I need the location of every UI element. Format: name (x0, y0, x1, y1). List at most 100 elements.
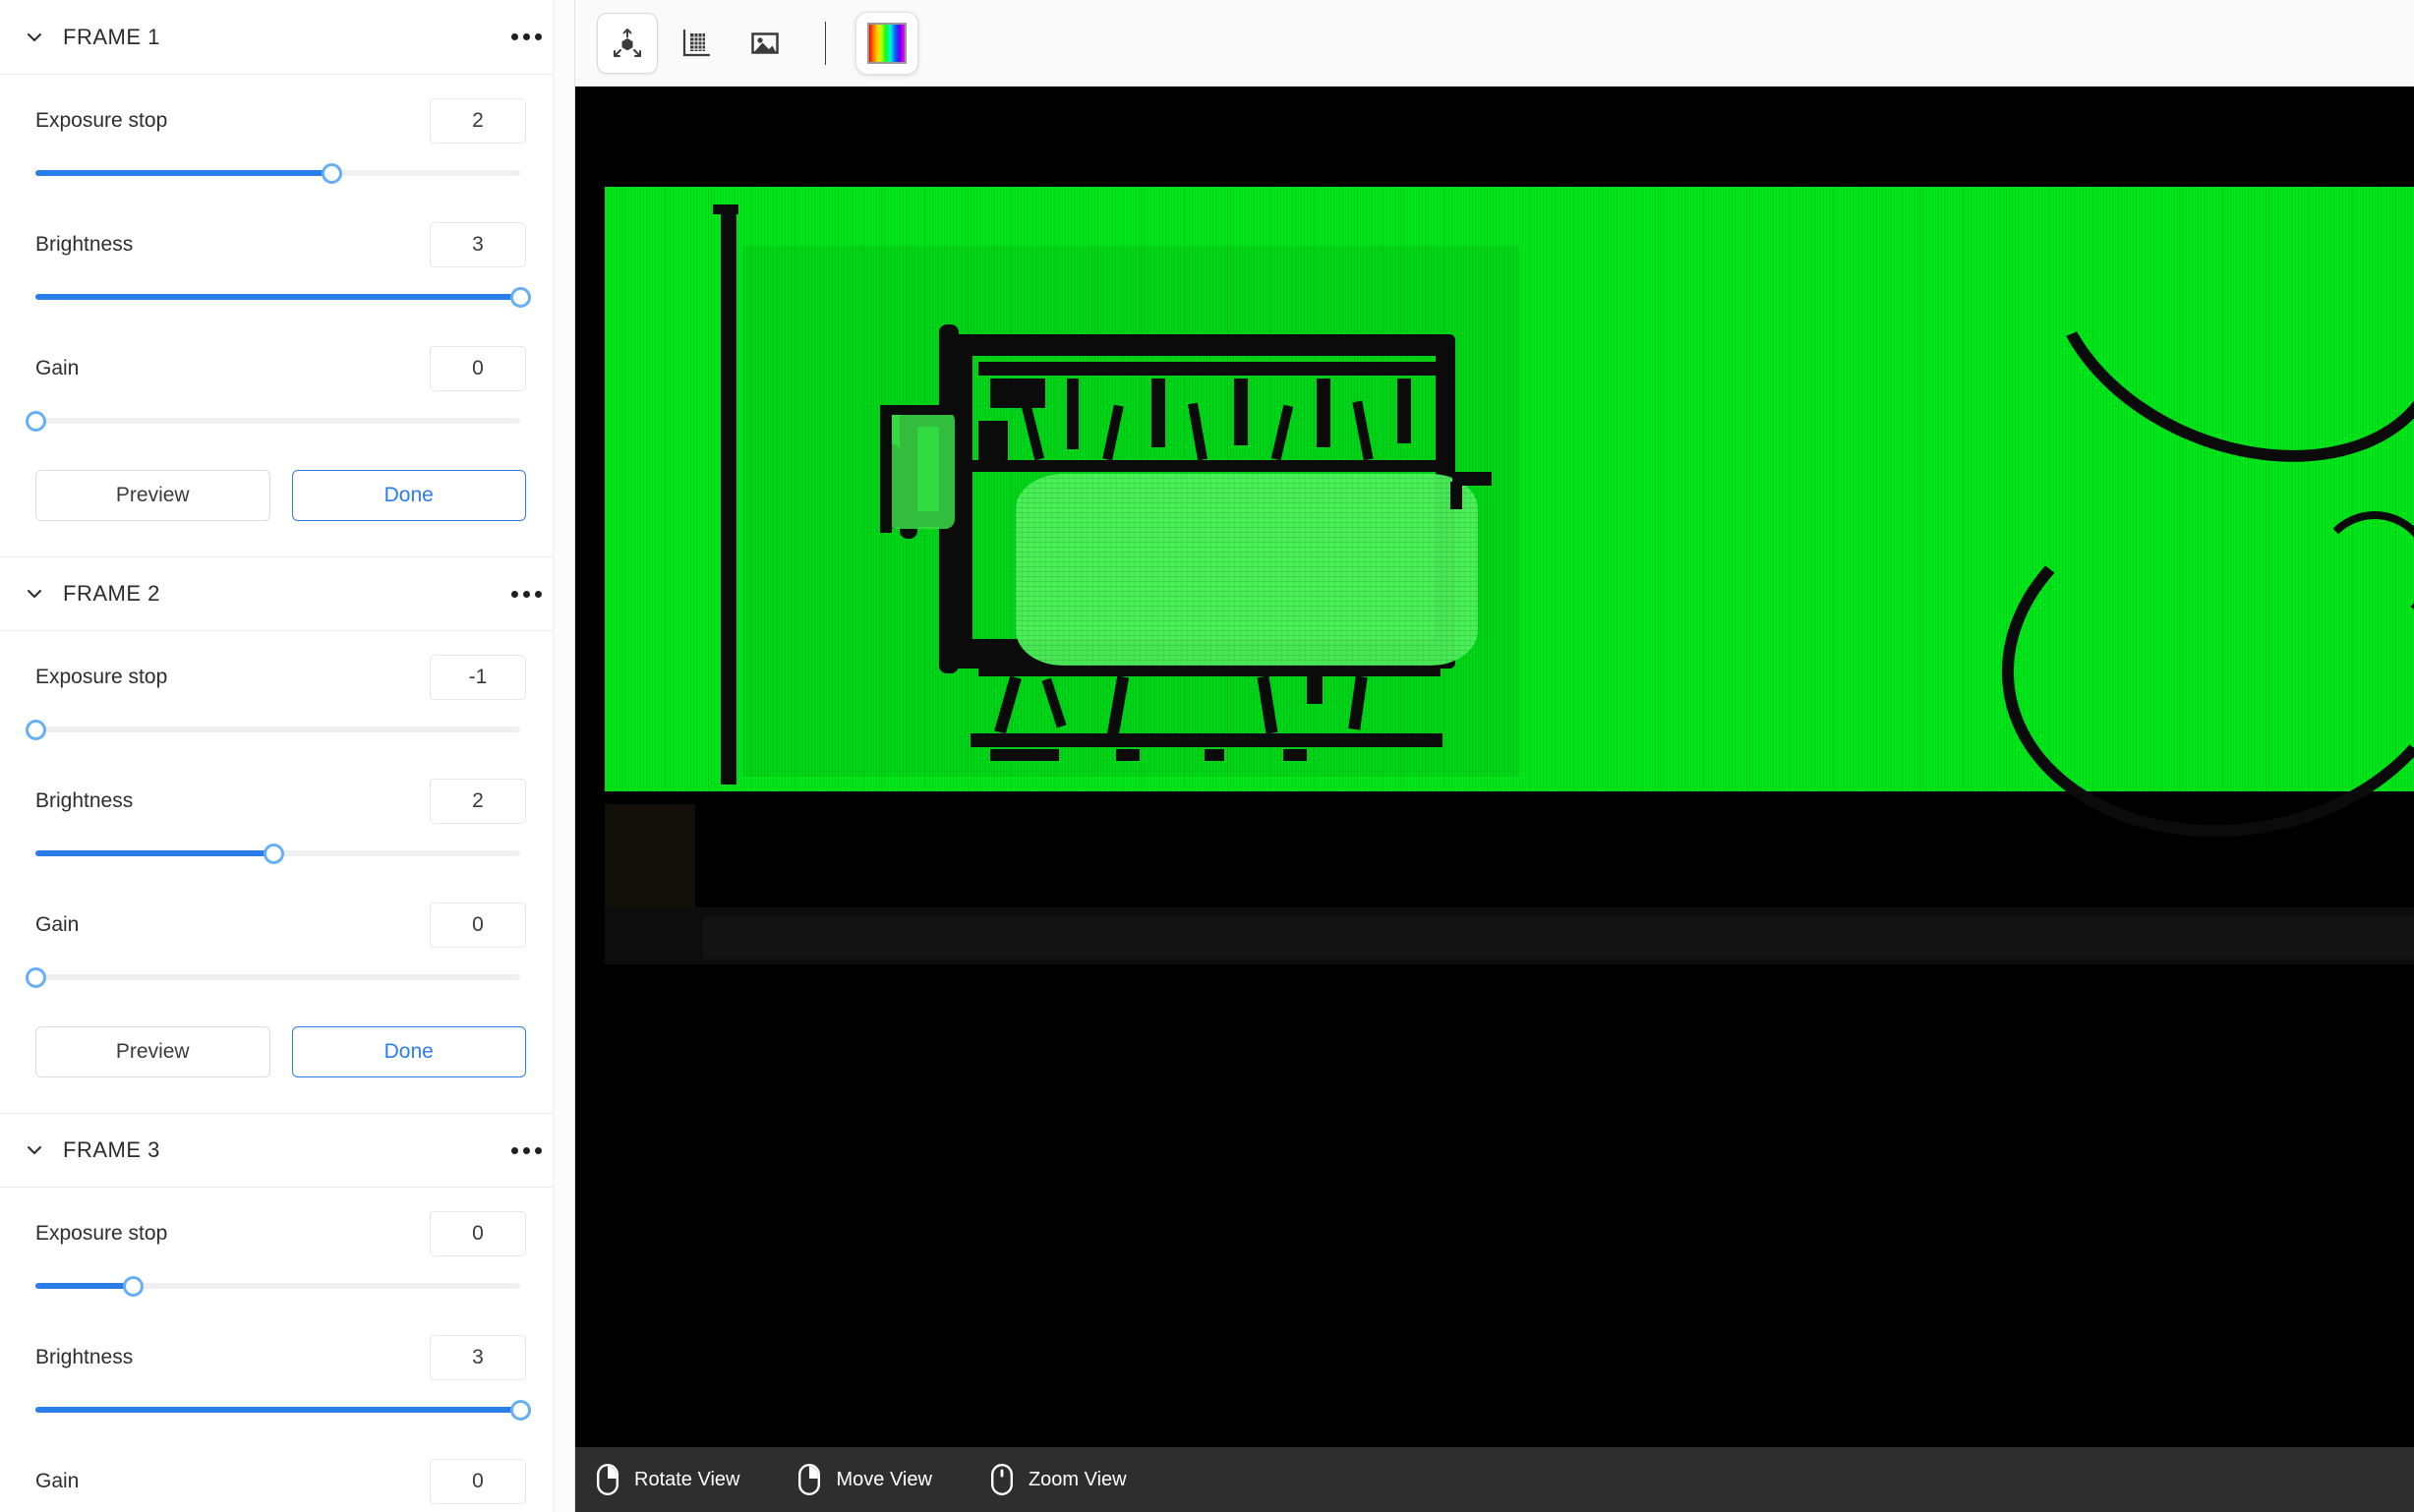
frames-sidebar: FRAME 1 Exposure stop 2 Brightness 3 Gain 0 Pre… (0, 0, 575, 1512)
control-row: Brightness 3 (35, 1335, 526, 1380)
image-button[interactable] (735, 13, 795, 74)
3d-view-icon (611, 27, 644, 60)
toolbar-separator (825, 21, 826, 65)
slider-track[interactable] (35, 727, 520, 732)
scan-shadow-band-inner (703, 917, 2414, 959)
image-icon (748, 27, 782, 60)
slider-thumb[interactable] (263, 843, 284, 864)
control-row: Brightness 3 (35, 222, 526, 267)
control-value-field[interactable]: 0 (430, 1459, 526, 1504)
control-value-field[interactable]: 0 (430, 346, 526, 391)
status-rotate-label: Rotate View (634, 1468, 740, 1490)
done-button[interactable]: Done (291, 1026, 526, 1077)
control-slider[interactable] (26, 960, 526, 993)
frame-body: Exposure stop -1 Brightness 2 Gain 0 Preview Do… (0, 631, 574, 1113)
slider-fill (35, 1407, 520, 1413)
control-slider[interactable] (26, 712, 526, 745)
slider-thumb[interactable] (26, 967, 46, 988)
control-slider[interactable] (35, 155, 526, 189)
frame-title: FRAME 3 (63, 1137, 160, 1162)
scan-viewport[interactable] (575, 87, 2414, 1447)
mouse-right-button-icon (798, 1464, 821, 1495)
control-row: Exposure stop 2 (35, 98, 526, 144)
control-value-field[interactable]: 0 (430, 902, 526, 948)
scan-image (605, 90, 2414, 866)
control-label: Exposure stop (35, 109, 168, 132)
status-zoom-label: Zoom View (1028, 1468, 1127, 1490)
slider-track[interactable] (35, 974, 520, 980)
preview-button[interactable]: Preview (35, 470, 270, 521)
frame-actions: Preview Done (35, 470, 526, 521)
control-label: Gain (35, 1470, 80, 1492)
control-label: Gain (35, 913, 80, 936)
control-row: Exposure stop 0 (35, 1211, 526, 1256)
slider-thumb[interactable] (510, 1400, 531, 1421)
control-row: Gain 0 (35, 902, 526, 948)
done-button[interactable]: Done (291, 470, 526, 521)
frame-header[interactable]: FRAME 2 (0, 556, 574, 631)
frame-actions: Preview Done (35, 1026, 526, 1077)
chevron-down-icon[interactable] (22, 1137, 47, 1163)
control-value-field[interactable]: 0 (430, 1211, 526, 1256)
slider-track[interactable] (35, 418, 520, 424)
app-root: FRAME 1 Exposure stop 2 Brightness 3 Gain 0 Pre… (0, 0, 2414, 1512)
mouse-scroll-wheel-icon (990, 1464, 1013, 1495)
control-row: Gain 0 (35, 346, 526, 391)
status-move-view[interactable]: Move View (798, 1464, 932, 1495)
control-row: Gain 0 (35, 1459, 526, 1504)
control-label: Brightness (35, 1346, 134, 1368)
preview-button[interactable]: Preview (35, 1026, 270, 1077)
control-row: Brightness 2 (35, 779, 526, 824)
control-label: Exposure stop (35, 1222, 168, 1245)
control-label: Brightness (35, 233, 134, 256)
sidebar-scrollbar[interactable] (553, 0, 574, 1512)
frame-header[interactable]: FRAME 3 (0, 1113, 574, 1188)
scan-shadow-left (605, 804, 695, 907)
mouse-left-button-icon (597, 1464, 618, 1495)
control-row: Exposure stop -1 (35, 655, 526, 700)
slider-thumb[interactable] (122, 1276, 144, 1297)
slider-thumb[interactable] (26, 720, 46, 740)
frame-block: FRAME 3Exposure stop0Brightness3Gain0Pre… (0, 1113, 574, 1512)
more-options-icon[interactable] (507, 1141, 546, 1160)
control-slider[interactable] (35, 836, 526, 869)
grid-ruler-icon (679, 27, 713, 60)
control-label: Exposure stop (35, 666, 168, 688)
control-value-field[interactable]: 2 (430, 779, 526, 824)
status-zoom-view[interactable]: Zoom View (990, 1464, 1127, 1495)
more-options-icon[interactable] (507, 585, 546, 604)
slider-fill (35, 1283, 128, 1289)
frame-title: FRAME 1 (63, 24, 160, 49)
control-value-field[interactable]: 3 (430, 1335, 526, 1380)
control-slider[interactable] (35, 1268, 526, 1302)
chevron-down-icon[interactable] (22, 581, 47, 607)
control-value-field[interactable]: 3 (430, 222, 526, 267)
colormap-button[interactable] (855, 11, 918, 75)
slider-fill (35, 850, 270, 856)
slider-fill (35, 294, 520, 300)
frame-body: Exposure stop 2 Brightness 3 Gain 0 Preview Don… (0, 75, 574, 556)
frames-scroll-area[interactable]: FRAME 1 Exposure stop 2 Brightness 3 Gain 0 Pre… (0, 0, 574, 1512)
control-slider[interactable] (35, 279, 531, 313)
status-rotate-view[interactable]: Rotate View (597, 1464, 739, 1495)
control-value-field[interactable]: -1 (430, 655, 526, 700)
control-value-field[interactable]: 2 (430, 98, 526, 144)
slider-fill (35, 170, 329, 176)
viewer-main: Rotate View Move View Zoom View (575, 0, 2414, 1512)
control-slider[interactable] (26, 403, 526, 436)
frame-title: FRAME 2 (63, 581, 160, 606)
slider-thumb[interactable] (321, 163, 342, 184)
control-slider[interactable] (35, 1392, 531, 1425)
control-label: Gain (35, 357, 80, 379)
frame-body: Exposure stop0Brightness3Gain0PreviewDon… (0, 1188, 574, 1512)
more-options-icon[interactable] (507, 28, 546, 46)
slider-thumb[interactable] (510, 287, 531, 308)
control-label: Brightness (35, 789, 134, 812)
chevron-down-icon[interactable] (22, 25, 47, 50)
frame-header[interactable]: FRAME 1 (0, 0, 574, 75)
3d-view-button[interactable] (597, 12, 658, 74)
frame-block: FRAME 1 Exposure stop 2 Brightness 3 Gain 0 Pre… (0, 0, 574, 556)
frame-block: FRAME 2 Exposure stop -1 Brightness 2 Gain 0 Pr… (0, 556, 574, 1113)
grid-ruler-button[interactable] (666, 13, 727, 74)
slider-thumb[interactable] (26, 411, 46, 432)
